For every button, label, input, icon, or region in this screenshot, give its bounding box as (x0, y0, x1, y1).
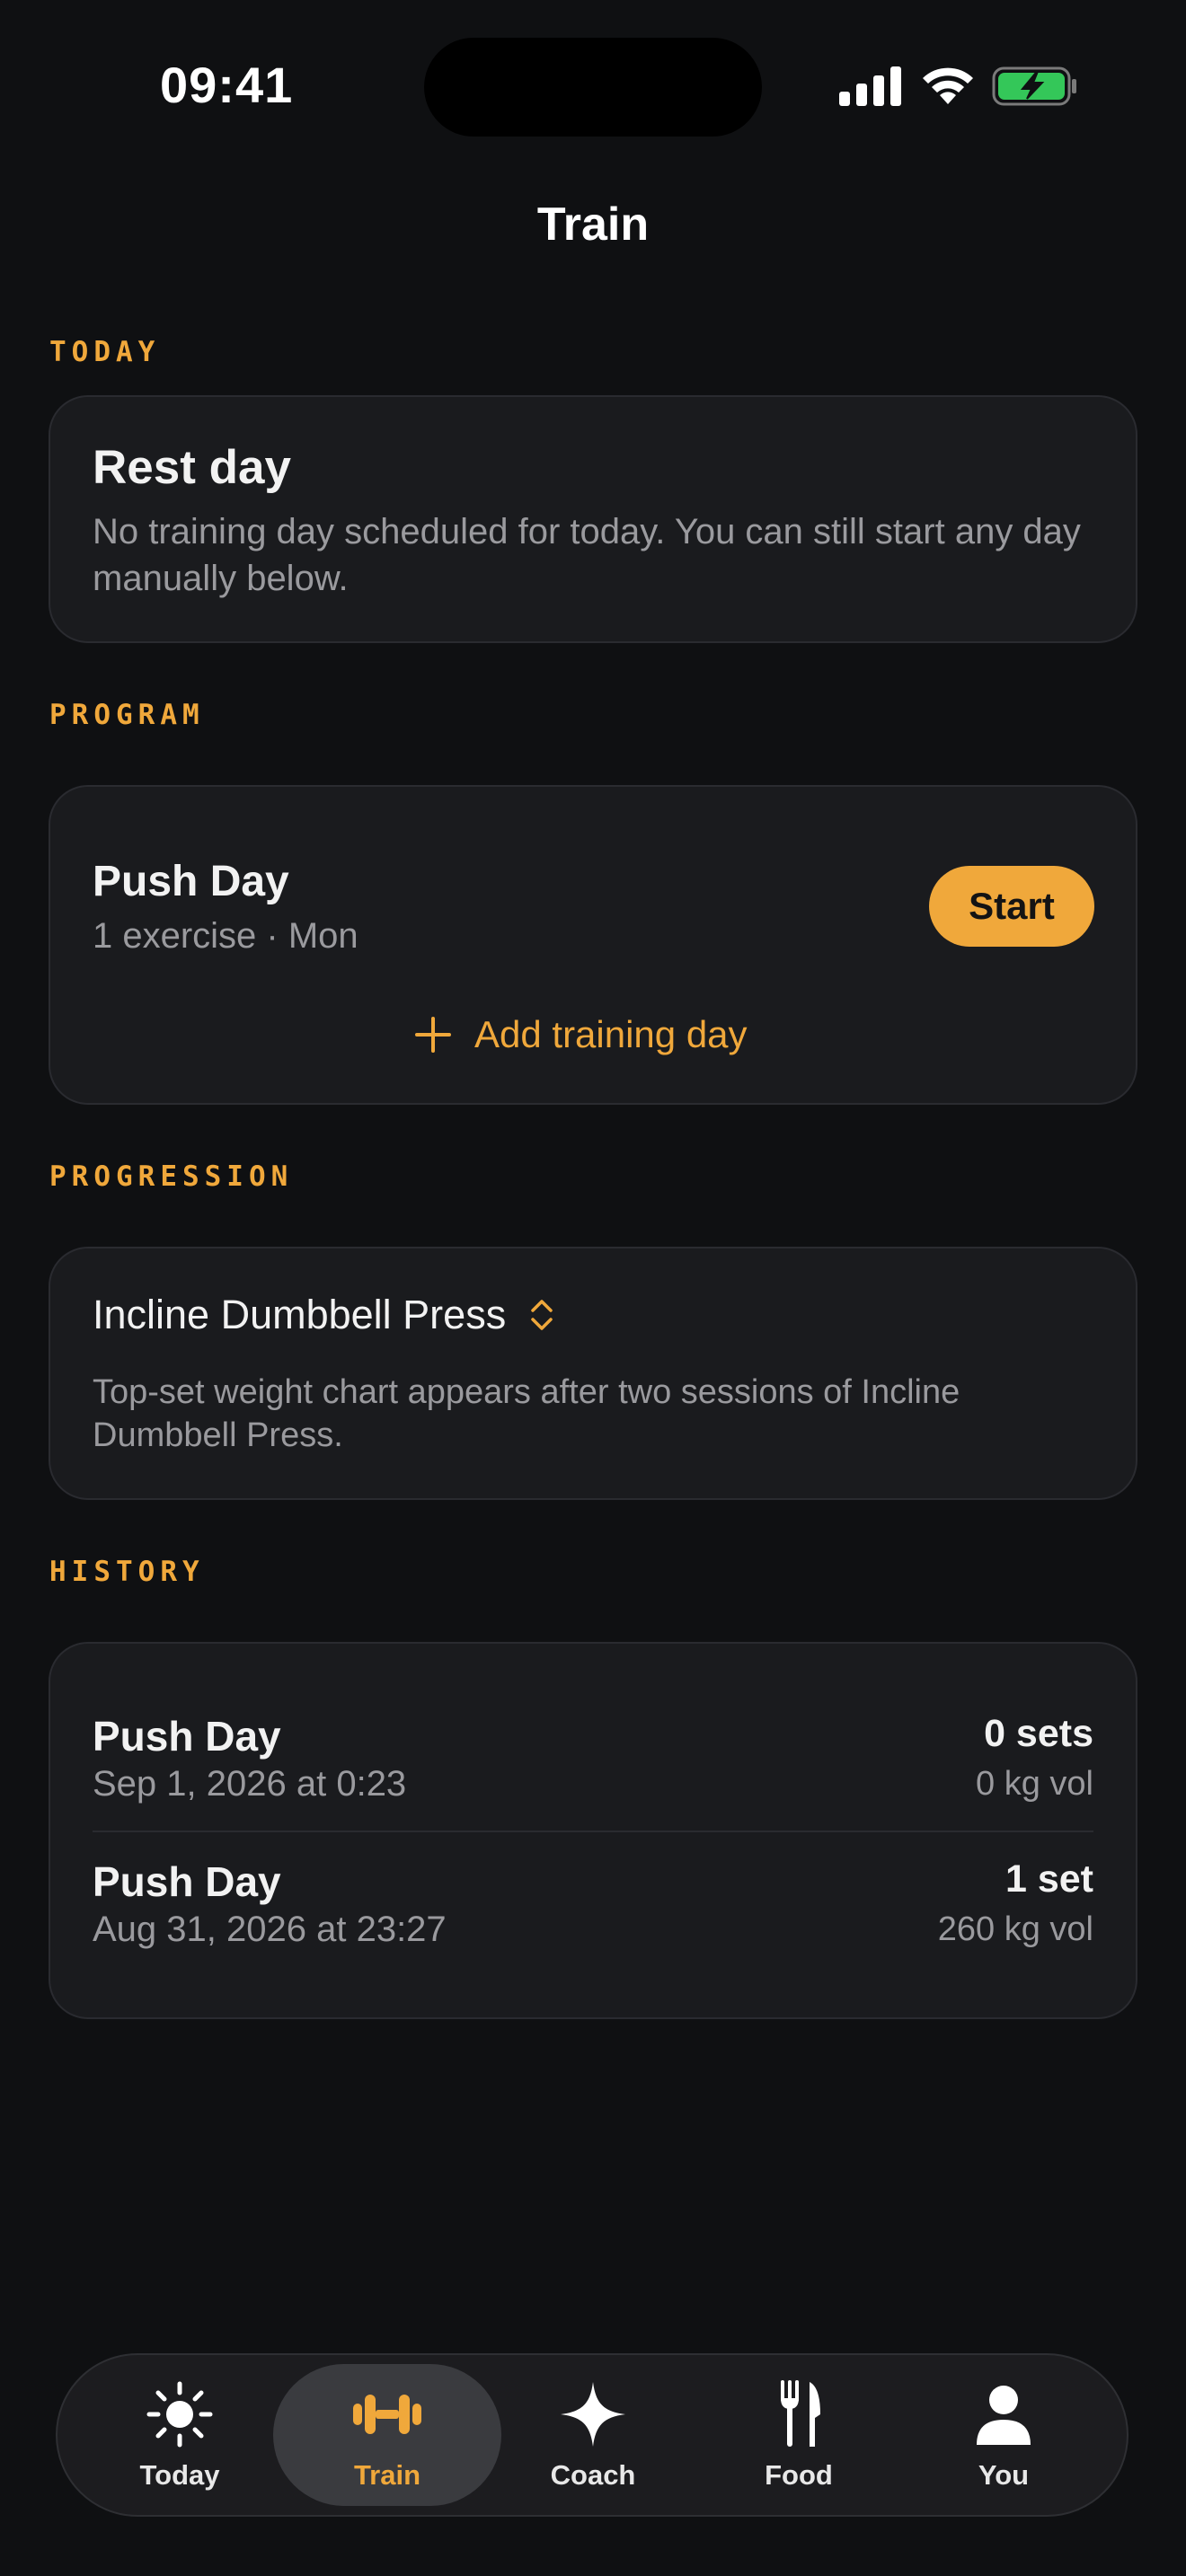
add-training-day-button[interactable]: Add training day (413, 1013, 748, 1056)
program-day-name: Push Day (93, 858, 289, 905)
tab-label: You (978, 2459, 1030, 2491)
sun-icon (146, 2381, 213, 2448)
fork-knife-icon (781, 2380, 820, 2447)
exercise-picker[interactable]: Incline Dumbbell Press (93, 1292, 556, 1338)
program-day-meta: 1 exercise · Mon (93, 916, 358, 956)
start-button[interactable]: Start (929, 866, 1094, 947)
section-label-today: TODAY (49, 336, 161, 368)
history-volume: 0 kg vol (976, 1765, 1093, 1803)
history-day-name: Push Day (93, 1713, 281, 1760)
exercise-name: Incline Dumbbell Press (93, 1292, 507, 1337)
battery-charging-icon (992, 66, 1076, 106)
tab-food[interactable]: Food (695, 2364, 902, 2506)
history-day-name: Push Day (93, 1858, 281, 1905)
dynamic-island (424, 38, 762, 137)
section-label-program: PROGRAM (49, 699, 205, 731)
add-training-day-label: Add training day (474, 1013, 748, 1055)
history-date: Sep 1, 2026 at 0:23 (93, 1764, 407, 1804)
history-date: Aug 31, 2026 at 23:27 (93, 1910, 447, 1949)
plus-icon (415, 1017, 451, 1053)
page-title: Train (536, 198, 650, 251)
tab-coach[interactable]: Coach (490, 2364, 696, 2506)
section-label-history: HISTORY (49, 1556, 205, 1588)
tab-label: Train (353, 2459, 421, 2491)
sparkle-icon (561, 2382, 625, 2447)
chevron-up-down-icon (531, 1300, 553, 1330)
tab-label: Coach (550, 2459, 636, 2491)
history-volume: 260 kg vol (937, 1910, 1093, 1948)
tab-label: Food (765, 2459, 833, 2491)
tab-train[interactable]: Train (273, 2364, 501, 2506)
tab-label: Today (139, 2459, 220, 2491)
tab-today[interactable]: Today (76, 2364, 283, 2506)
wifi-icon (923, 67, 973, 104)
cellular-signal-icon (839, 66, 901, 106)
progression-description: Top-set weight chart appears after two s… (93, 1373, 960, 1454)
person-icon (977, 2386, 1031, 2445)
history-sets: 0 sets (984, 1712, 1093, 1755)
today-title: Rest day (93, 441, 291, 494)
history-sets: 1 set (1005, 1857, 1093, 1901)
tab-you[interactable]: You (900, 2364, 1107, 2506)
section-label-progression: PROGRESSION (49, 1160, 294, 1193)
status-time: 09:41 (160, 57, 294, 113)
today-description: No training day scheduled for today. You… (93, 512, 1081, 598)
dumbbell-icon (353, 2395, 421, 2434)
